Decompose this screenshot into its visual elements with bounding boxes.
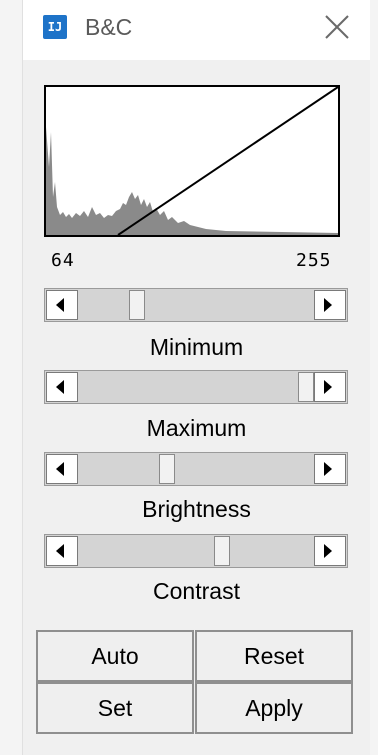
window-right-edge <box>369 0 378 755</box>
title-bar[interactable]: IJ B&C <box>23 0 370 60</box>
maximum-left-arrow[interactable] <box>46 372 78 402</box>
brightness-slider[interactable] <box>44 452 348 486</box>
minimum-slider[interactable] <box>44 288 348 322</box>
arrow-right-icon <box>324 298 332 312</box>
brightness-right-arrow[interactable] <box>314 454 346 484</box>
apply-button[interactable]: Apply <box>195 682 353 734</box>
contrast-label: Contrast <box>153 578 240 604</box>
histogram-plot <box>44 85 340 237</box>
arrow-right-icon <box>324 380 332 394</box>
maximum-right-arrow[interactable] <box>314 372 346 402</box>
brightness-slider-thumb[interactable] <box>159 454 176 484</box>
set-button[interactable]: Set <box>36 682 194 734</box>
minimum-left-arrow[interactable] <box>46 290 78 320</box>
brightness-left-arrow[interactable] <box>46 454 78 484</box>
transfer-line <box>117 86 339 236</box>
contrast-slider-thumb[interactable] <box>214 536 231 566</box>
contrast-slider[interactable] <box>44 534 348 568</box>
window-left-edge <box>0 0 23 755</box>
minimum-label: Minimum <box>149 334 244 360</box>
histogram-min-value: 64 <box>51 250 75 271</box>
histogram-max-value: 255 <box>296 250 332 271</box>
minimum-slider-thumb[interactable] <box>128 290 145 320</box>
arrow-right-icon <box>324 462 332 476</box>
arrow-left-icon <box>56 462 64 476</box>
maximum-slider-thumb[interactable] <box>298 372 314 402</box>
reset-button[interactable]: Reset <box>195 630 353 682</box>
imagej-app-icon: IJ <box>43 15 67 39</box>
arrow-left-icon <box>56 380 64 394</box>
maximum-slider[interactable] <box>44 370 348 404</box>
histogram-bars <box>46 127 338 235</box>
bc-panel: 64 255 Minimum Maximum Brightness Contra… <box>23 60 370 755</box>
contrast-right-arrow[interactable] <box>314 536 346 566</box>
contrast-left-arrow[interactable] <box>46 536 78 566</box>
brightness-label: Brightness <box>142 496 251 522</box>
auto-button[interactable]: Auto <box>36 630 194 682</box>
arrow-left-icon <box>56 298 64 312</box>
window-title: B&C <box>85 14 133 40</box>
close-icon[interactable] <box>320 10 354 44</box>
arrow-right-icon <box>324 544 332 558</box>
maximum-label: Maximum <box>146 415 247 441</box>
minimum-right-arrow[interactable] <box>314 290 346 320</box>
arrow-left-icon <box>56 544 64 558</box>
histogram-graphic <box>46 86 339 236</box>
